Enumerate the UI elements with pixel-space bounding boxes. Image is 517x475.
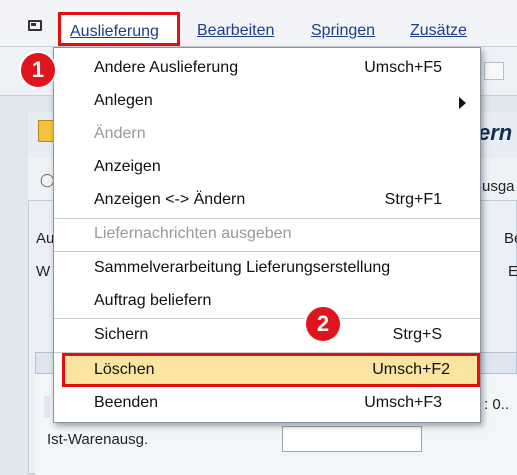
menu-bearbeiten[interactable]: Bearbeiten (197, 22, 274, 40)
menu-item-sichern[interactable]: Sichern Strg+S (54, 319, 480, 351)
step-1-badge: 1 (19, 51, 57, 89)
menu-item-anzeigen-aendern[interactable]: Anzeigen <-> Ändern Strg+F1 (54, 184, 480, 216)
menu-item-anzeigen[interactable]: Anzeigen (54, 151, 480, 183)
header-label-3: Be (504, 230, 517, 247)
header-label-1: Au (36, 230, 55, 247)
sub-toolbar-fragment[interactable]: usga (482, 178, 515, 195)
menu-item-anlegen[interactable]: Anlegen (54, 85, 480, 117)
header-label-2: W (36, 263, 51, 280)
auslieferung-dropdown: Andere Auslieferung Umsch+F5 Anlegen Änd… (53, 47, 481, 423)
menu-item-shortcut: Strg+F1 (384, 191, 442, 208)
menu-item-label: Anzeigen <-> Ändern (94, 191, 246, 208)
submenu-arrow-icon (459, 97, 466, 109)
menu-auslieferung-label: Auslieferung (70, 23, 159, 40)
menu-auslieferung[interactable]: Auslieferung (58, 12, 180, 46)
ist-warenausg-input[interactable] (282, 426, 422, 452)
menu-item-label: Liefernachrichten ausgeben (94, 225, 292, 242)
highlight-box-loeschen (62, 353, 480, 387)
print-icon[interactable] (484, 62, 504, 80)
menu-item-beenden[interactable]: Beenden Umsch+F3 (54, 387, 480, 419)
menu-item-label: Andere Auslieferung (94, 59, 239, 76)
menu-item-shortcut: Strg+S (392, 326, 442, 343)
system-menu-icon[interactable] (28, 20, 42, 31)
menu-item-label: Beenden (94, 394, 159, 411)
menu-item-shortcut: Umsch+F3 (364, 394, 442, 411)
header-label-4: E (508, 263, 517, 280)
menu-item-label: Anlegen (94, 92, 153, 109)
tab-2[interactable] (478, 352, 517, 374)
page-title-fragment: ern (478, 120, 513, 145)
menu-item-sammelverarbeitung[interactable]: Sammelverarbeitung Lieferungserstellung (54, 252, 480, 284)
menu-item-label: Sichern (94, 326, 149, 343)
truncated-value: : 0.. (484, 396, 510, 413)
menu-item-label: Auftrag beliefern (94, 292, 212, 309)
menu-item-label: Ändern (94, 125, 146, 142)
menu-item-aendern: Ändern (54, 118, 480, 150)
menu-item-label: Sammelverarbeitung Lieferungserstellung (94, 259, 391, 276)
menu-item-shortcut: Umsch+F5 (364, 59, 442, 76)
menu-item-liefernachrichten: Liefernachrichten ausgeben (54, 218, 480, 250)
left-edge-field (44, 396, 50, 418)
menu-item-andere-auslieferung[interactable]: Andere Auslieferung Umsch+F5 (54, 52, 480, 84)
ist-warenausg-label: Ist-Warenausg. (47, 431, 149, 448)
menu-item-auftrag-beliefern[interactable]: Auftrag beliefern (54, 285, 480, 317)
menu-item-label: Anzeigen (94, 158, 161, 175)
menu-springen[interactable]: Springen (311, 22, 375, 40)
step-2-badge: 2 (304, 305, 342, 343)
menu-zusaetze[interactable]: Zusätze (410, 22, 467, 40)
